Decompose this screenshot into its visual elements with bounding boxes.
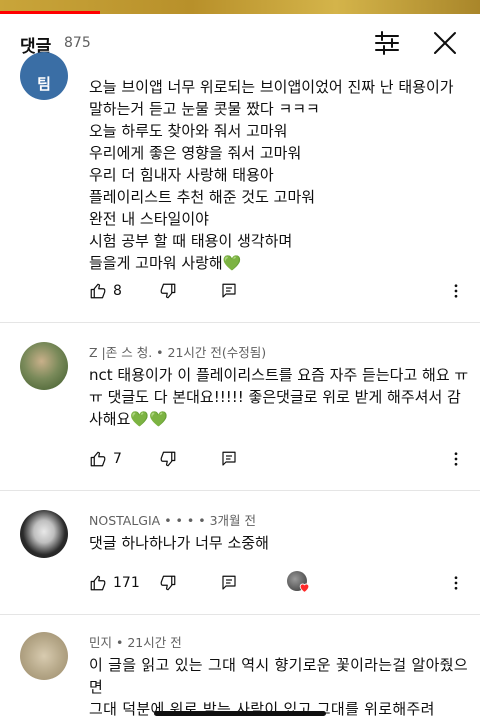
comment-actions: 7 [89,446,469,472]
close-icon [434,32,456,54]
more-button[interactable] [447,570,465,596]
more-button[interactable] [447,278,465,304]
comment-author[interactable]: NOSTALGIA • • • [89,513,194,528]
more-icon [454,284,458,298]
comment-text: 오늘 브이앱 너무 위로되는 브이앱이었어 진짜 난 태용이가 말하는거 듣고 … [89,78,454,272]
thumb-up-icon [90,283,106,299]
more-icon [454,452,458,466]
thumb-down-icon [160,575,176,591]
reply-button[interactable] [220,446,238,472]
separator: • [152,345,168,360]
dislike-button[interactable] [159,278,177,304]
like-count: 171 [113,575,140,591]
divider [0,322,480,323]
comment-author[interactable]: Z |존 스 청. [89,345,152,360]
creator-heart[interactable] [287,570,311,596]
thumb-down-icon [160,451,176,467]
dislike-button[interactable] [159,446,177,472]
like-button[interactable]: 7 [89,446,122,472]
reply-icon [222,451,236,466]
comment-author[interactable]: 민지 [89,635,112,650]
avatar[interactable]: 팀 [20,52,68,100]
thumb-down-icon [160,283,176,299]
dislike-button[interactable] [159,570,177,596]
comment-time: 21시간 전 [127,635,182,650]
more-icon [454,576,458,590]
close-button[interactable] [430,28,460,58]
comments-count: 875 [64,35,91,51]
comment-actions: 8 [89,278,469,304]
reply-icon [222,575,236,590]
divider [0,614,480,615]
creator-avatar [287,571,311,595]
comments-header: 댓글 875 [0,14,480,72]
home-indicator[interactable] [154,711,326,716]
comment-time: 21시간 전(수정됨) [167,345,267,360]
like-count: 7 [113,451,122,467]
heart-icon [299,583,310,593]
comment-actions: 171 [89,570,469,596]
divider [0,490,480,491]
reply-button[interactable] [220,570,238,596]
reply-button[interactable] [220,278,238,304]
thumb-up-icon [90,575,106,591]
like-count: 8 [113,283,122,299]
more-button[interactable] [447,446,465,472]
thumb-up-icon [90,451,106,467]
comment-meta: NOSTALGIA • • • • 3개월 전 [89,510,256,529]
comment-meta: Z |존 스 청. • 21시간 전(수정됨) [89,342,266,361]
filter-button[interactable] [372,28,402,58]
like-button[interactable]: 171 [89,570,140,596]
filter-icon [375,31,399,55]
avatar[interactable] [20,510,68,558]
reply-icon [222,283,236,298]
like-button[interactable]: 8 [89,278,122,304]
comment-text: 댓글 하나하나가 너무 소중해 [89,534,269,552]
separator: • [112,635,128,650]
avatar[interactable] [20,342,68,390]
comment-meta: 민지 • 21시간 전 [89,632,182,651]
comment-text: nct 태용이가 이 플레이리스트를 요즘 자주 듣는다고 해요 ㅠㅠ 댓글도 … [89,366,469,428]
comment-time: 3개월 전 [209,513,257,528]
separator: • [194,513,210,528]
avatar[interactable] [20,632,68,680]
avatar-letter: 팀 [37,75,51,93]
